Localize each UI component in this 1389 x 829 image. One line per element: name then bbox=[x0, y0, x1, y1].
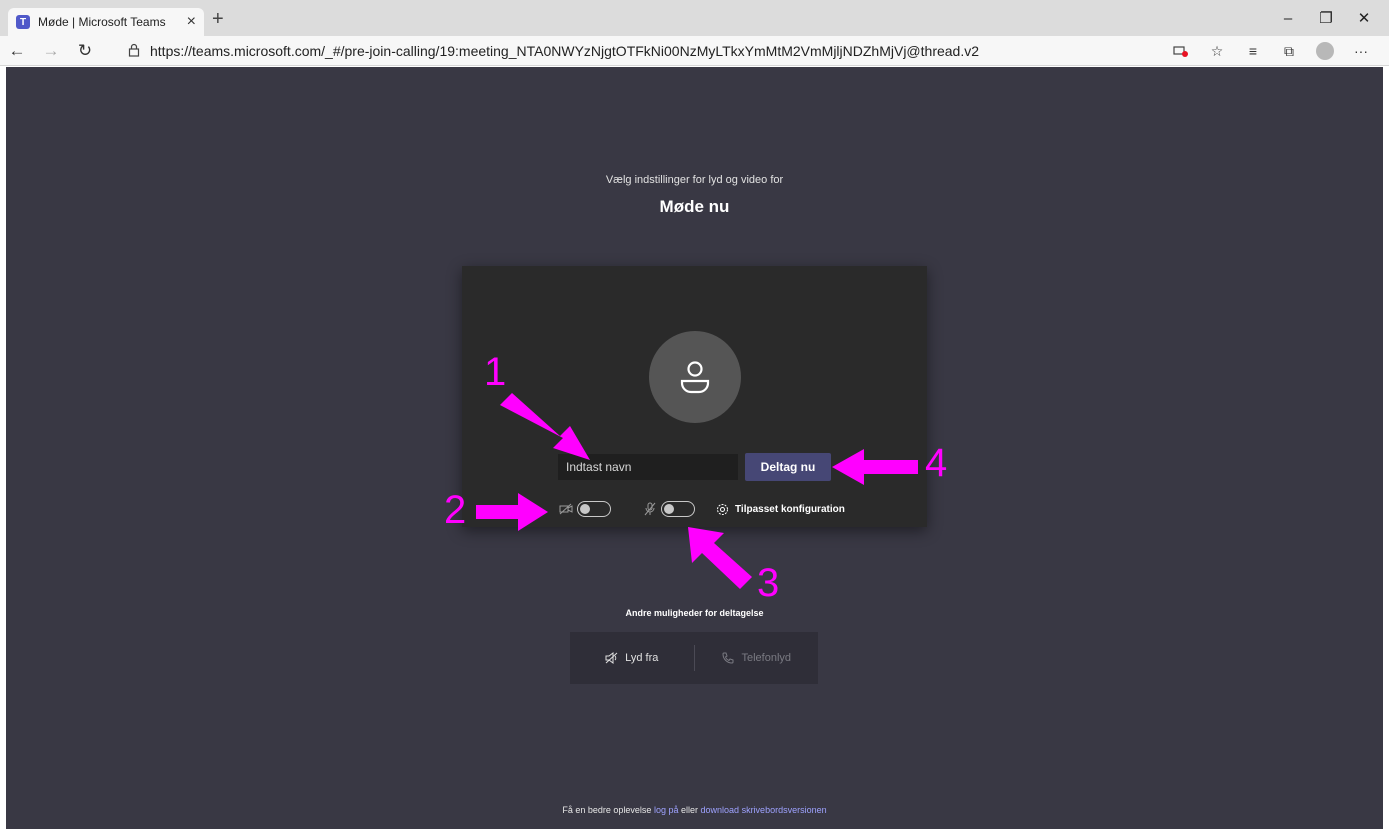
audio-off-option[interactable]: Lyd fra bbox=[570, 632, 694, 684]
close-window-button[interactable]: ✕ bbox=[1345, 6, 1383, 30]
prejoin-subtitle: Vælg indstillinger for lyd og video for bbox=[605, 174, 784, 186]
camera-toggle[interactable] bbox=[577, 501, 611, 517]
other-options-title: Andre muligheder for deltagelse bbox=[625, 608, 764, 618]
phone-audio-label: Telefonlyd bbox=[741, 652, 792, 664]
download-desktop-link[interactable]: download skrivebordsversionen bbox=[701, 805, 827, 815]
more-menu-icon[interactable]: ··· bbox=[1343, 38, 1379, 64]
camera-off-icon bbox=[559, 502, 573, 516]
annotation-number-4: 4 bbox=[925, 441, 948, 485]
speaker-off-icon bbox=[605, 651, 619, 665]
tab-close-icon[interactable]: × bbox=[187, 13, 196, 31]
camera-toggle-knob bbox=[580, 504, 590, 514]
browser-window: T Møde | Microsoft Teams × + – ❐ ✕ ← → ↻… bbox=[0, 0, 1389, 829]
media-blocked-icon[interactable] bbox=[1163, 38, 1199, 64]
footer-prefix: Få en bedre oplevelse bbox=[562, 805, 652, 815]
browser-tab[interactable]: T Møde | Microsoft Teams × bbox=[8, 8, 204, 36]
mic-toggle-knob bbox=[664, 504, 674, 514]
custom-config-label: Tilpasset konfiguration bbox=[735, 503, 845, 515]
join-now-button[interactable]: Deltag nu bbox=[745, 453, 831, 481]
back-button[interactable]: ← bbox=[0, 37, 34, 65]
mic-off-icon bbox=[643, 502, 657, 516]
gear-icon bbox=[715, 502, 729, 516]
teams-prejoin-page: Vælg indstillinger for lyd og video for … bbox=[6, 67, 1383, 829]
phone-icon bbox=[721, 651, 735, 665]
other-options-box: Lyd fra Telefonlyd bbox=[570, 632, 818, 684]
footer-or: eller bbox=[681, 805, 699, 815]
new-tab-button[interactable]: + bbox=[212, 8, 224, 30]
favorite-star-icon[interactable]: ☆ bbox=[1199, 38, 1235, 64]
forward-button[interactable]: → bbox=[34, 37, 68, 65]
phone-audio-option[interactable]: Telefonlyd bbox=[695, 632, 819, 684]
custom-config-button[interactable]: Tilpasset konfiguration bbox=[715, 502, 845, 516]
browser-tools: ☆ ≡ ⧉ ··· bbox=[1163, 38, 1379, 64]
refresh-button[interactable]: ↻ bbox=[68, 37, 102, 65]
audio-off-label: Lyd fra bbox=[625, 652, 659, 664]
name-input[interactable] bbox=[558, 454, 738, 480]
restore-button[interactable]: ❐ bbox=[1307, 6, 1345, 30]
annotation-number-1: 1 bbox=[484, 350, 507, 394]
collections-icon[interactable]: ⧉ bbox=[1271, 38, 1307, 64]
prejoin-panel: Deltag nu Tilpasset konfiguration bbox=[462, 266, 927, 527]
url-text: https://teams.microsoft.com/_#/pre-join-… bbox=[150, 43, 980, 59]
address-bar[interactable]: https://teams.microsoft.com/_#/pre-join-… bbox=[128, 40, 1148, 62]
tab-title: Møde | Microsoft Teams bbox=[38, 15, 166, 29]
login-link[interactable]: log på bbox=[654, 805, 679, 815]
annotation-number-3: 3 bbox=[757, 561, 780, 605]
meeting-title: Møde nu bbox=[659, 197, 730, 216]
device-controls: Tilpasset konfiguration bbox=[559, 499, 845, 519]
lock-icon bbox=[128, 43, 140, 60]
profile-avatar-icon[interactable] bbox=[1316, 42, 1334, 60]
minimize-button[interactable]: – bbox=[1269, 6, 1307, 30]
user-avatar-icon bbox=[649, 331, 741, 423]
tab-bar: T Møde | Microsoft Teams × + – ❐ ✕ bbox=[0, 0, 1389, 36]
mic-toggle[interactable] bbox=[661, 501, 695, 517]
window-controls: – ❐ ✕ bbox=[1269, 6, 1383, 30]
annotation-number-2: 2 bbox=[444, 488, 467, 532]
teams-logo-icon: T bbox=[16, 15, 30, 29]
address-toolbar: ← → ↻ https://teams.microsoft.com/_#/pre… bbox=[0, 36, 1389, 66]
favorites-icon[interactable]: ≡ bbox=[1235, 38, 1271, 64]
footer-text: Få en bedre oplevelse log på eller downl… bbox=[6, 805, 1383, 815]
